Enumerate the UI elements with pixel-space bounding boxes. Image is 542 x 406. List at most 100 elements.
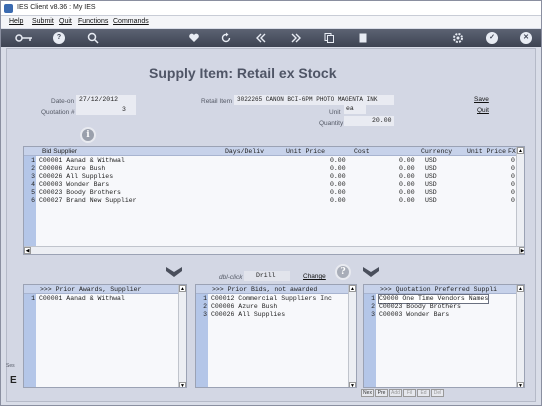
scroll-down-icon[interactable]: ▼ bbox=[349, 382, 356, 387]
edit-button[interactable]: Ed bbox=[417, 389, 430, 397]
col-cost[interactable]: Cost bbox=[354, 148, 370, 155]
list-item[interactable]: 2 C00023 Boody Brothers bbox=[364, 303, 524, 311]
close-icon[interactable]: ✕ bbox=[520, 32, 532, 44]
refresh-icon[interactable] bbox=[220, 32, 232, 44]
fx-cell: 0 bbox=[511, 181, 515, 188]
list-item[interactable]: 1 C9000 One Time Vendors Names bbox=[364, 294, 524, 304]
cost-cell: 0.00 bbox=[399, 197, 415, 204]
scroll-up-icon[interactable]: ▲ bbox=[517, 285, 524, 292]
row-number: 5 bbox=[31, 189, 35, 196]
retail-item-label: Retail Item bbox=[201, 98, 233, 105]
expand-down-icon[interactable] bbox=[165, 266, 183, 278]
check-icon[interactable]: ✓ bbox=[486, 32, 498, 44]
supplier-cell: C00006 Azure Bush bbox=[39, 165, 106, 172]
scroll-up-icon[interactable]: ▲ bbox=[349, 285, 356, 292]
cost-cell: 0.00 bbox=[399, 173, 415, 180]
col-bid-supplier[interactable]: Bid Supplier bbox=[42, 148, 77, 155]
menu-quit[interactable]: Quit bbox=[59, 18, 72, 25]
supplier-cell: C00026 All Supplies bbox=[39, 173, 114, 180]
cost-cell: 0.00 bbox=[399, 189, 415, 196]
col-unit-price-2[interactable]: Unit Price bbox=[467, 148, 506, 155]
prior-bids-vscroll[interactable]: ▲ ▼ bbox=[348, 285, 356, 387]
list-item[interactable]: 3 C00003 Wonder Bars bbox=[364, 311, 524, 319]
forward-icon[interactable] bbox=[290, 32, 302, 44]
help-circle-icon[interactable]: ? bbox=[335, 264, 351, 280]
quantity-field[interactable]: 20.00 bbox=[344, 116, 394, 126]
change-link[interactable]: Change bbox=[303, 273, 326, 280]
preferred-vscroll[interactable]: ▲ ▼ bbox=[516, 285, 524, 387]
prior-awards-header: >>> Prior Awards, Supplier bbox=[40, 286, 142, 293]
save-link[interactable]: Save bbox=[474, 96, 489, 103]
scroll-down-icon[interactable]: ▼ bbox=[517, 382, 524, 387]
list-item[interactable]: 2 C00006 Azure Bush bbox=[196, 303, 356, 311]
table-row[interactable]: 4 C00003 Wonder Bars 0.00 0.00 USD 0 bbox=[24, 181, 524, 189]
col-currency[interactable]: Currency bbox=[421, 148, 452, 155]
supplier-cell: C00027 Brand New Supplier bbox=[39, 197, 137, 204]
col-fx[interactable]: FX bbox=[508, 148, 516, 155]
fx-cell: 0 bbox=[511, 157, 515, 164]
preferred-suppliers-panel: >>> Quotation Preferred Suppli 1 C9000 On… bbox=[363, 284, 525, 388]
app-window: IES Client v8.36 : My IES Help Submit Qu… bbox=[0, 0, 542, 406]
table-row[interactable]: 3 C00026 All Supplies 0.00 0.00 USD 0 bbox=[24, 173, 524, 181]
app-icon bbox=[4, 4, 13, 13]
currency-cell: USD bbox=[425, 165, 437, 172]
cost-cell: 0.00 bbox=[399, 181, 415, 188]
list-item[interactable]: 1 C00001 Aanad & Withwal bbox=[24, 295, 186, 303]
heart-icon[interactable] bbox=[188, 32, 200, 44]
list-item[interactable]: 3 C00026 All Supplies bbox=[196, 311, 356, 319]
cost-cell: 0.00 bbox=[399, 165, 415, 172]
retail-item-field[interactable]: 3022265 CANON BCI-6PM PHOTO MAGENTA INK bbox=[234, 95, 394, 105]
currency-cell: USD bbox=[425, 189, 437, 196]
menu-submit[interactable]: Submit bbox=[32, 18, 54, 25]
table-row[interactable]: 5 C00023 Boody Brothers 0.00 0.00 USD 0 bbox=[24, 189, 524, 197]
filter-button[interactable]: Fil bbox=[403, 389, 416, 397]
menu-help[interactable]: Help bbox=[9, 18, 23, 25]
key-icon[interactable] bbox=[15, 32, 33, 44]
supplier-cell: C00023 Boody Brothers bbox=[39, 189, 121, 196]
unit-price-cell: 0.00 bbox=[330, 181, 346, 188]
col-unit-price[interactable]: Unit Price bbox=[286, 148, 325, 155]
settings-icon[interactable] bbox=[452, 32, 464, 44]
prev-button[interactable]: Pre bbox=[375, 389, 388, 397]
table-row[interactable]: 6 C00027 Brand New Supplier 0.00 0.00 USD 0 bbox=[24, 197, 524, 205]
unit-price-cell: 0.00 bbox=[330, 173, 346, 180]
row-number: 6 bbox=[31, 197, 35, 204]
row-number: 1 bbox=[31, 157, 35, 164]
list-item-text: C00001 Aanad & Withwal bbox=[39, 295, 125, 302]
scroll-down-icon[interactable]: ▼ bbox=[179, 382, 186, 387]
date-on-field[interactable]: 27/12/2012 bbox=[76, 95, 136, 105]
date-on-label: Date-on bbox=[51, 98, 75, 105]
quit-link[interactable]: Quit bbox=[477, 107, 489, 114]
col-days-deliv[interactable]: Days/Deliv bbox=[225, 148, 264, 155]
table-row[interactable]: 2 C00006 Azure Bush 0.00 0.00 USD 0 bbox=[24, 165, 524, 173]
list-item[interactable]: 1 C00012 Commercial Suppliers Inc bbox=[196, 295, 356, 303]
rewind-icon[interactable] bbox=[255, 32, 267, 44]
bids-table-header: Bid Supplier Days/Deliv Unit Price Cost … bbox=[24, 147, 524, 156]
add-button[interactable]: Add bbox=[389, 389, 402, 397]
expand-down-icon-2[interactable] bbox=[362, 266, 380, 278]
row-number: 3 bbox=[203, 311, 207, 318]
copy-icon[interactable] bbox=[323, 32, 335, 44]
retail-item-value: 3022265 CANON BCI-6PM PHOTO MAGENTA INK bbox=[237, 96, 378, 103]
fx-cell: 0 bbox=[511, 189, 515, 196]
scroll-right-icon[interactable]: ▶ bbox=[519, 247, 524, 254]
quotation-label: Quotation # bbox=[41, 109, 75, 116]
awards-vscroll[interactable]: ▲ ▼ bbox=[178, 285, 186, 387]
menu-commands[interactable]: Commands bbox=[113, 18, 149, 25]
scroll-up-icon[interactable]: ▲ bbox=[179, 285, 186, 292]
page-icon[interactable] bbox=[357, 32, 369, 44]
unit-field[interactable]: ea bbox=[344, 105, 366, 114]
scroll-up-icon[interactable]: ▲ bbox=[517, 147, 524, 154]
delete-button[interactable]: Del bbox=[431, 389, 444, 397]
toggle-field[interactable]: Drill bbox=[244, 271, 290, 281]
next-button[interactable]: Nex bbox=[361, 389, 374, 397]
info-icon[interactable]: i bbox=[80, 127, 96, 143]
scroll-left-icon[interactable]: ◀ bbox=[24, 247, 31, 254]
search-icon[interactable] bbox=[87, 32, 99, 44]
quotation-field[interactable]: 3 bbox=[76, 105, 136, 115]
table-row[interactable]: 1 C00001 Aanad & Withwal 0.00 0.00 USD 0 bbox=[24, 157, 524, 165]
bids-vscroll[interactable]: ▲ bbox=[516, 147, 524, 246]
bids-hscroll[interactable]: ◀ ▶ bbox=[24, 246, 524, 254]
help-icon[interactable]: ? bbox=[53, 32, 65, 44]
menu-functions[interactable]: Functions bbox=[78, 18, 108, 25]
